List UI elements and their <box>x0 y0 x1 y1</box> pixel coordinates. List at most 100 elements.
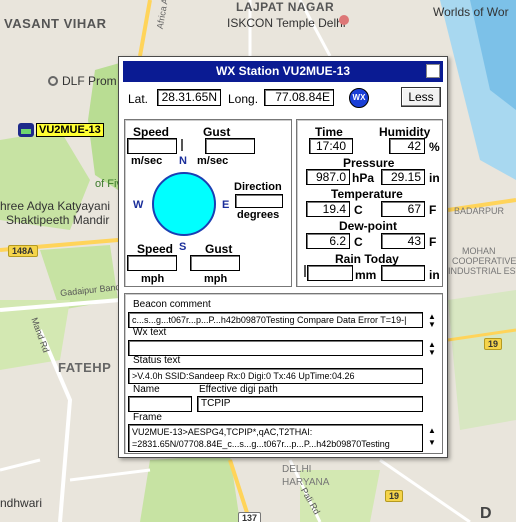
direction-label: Direction <box>234 181 282 193</box>
station-tag-label: VU2MUE-13 <box>36 123 104 137</box>
name-field[interactable] <box>128 396 192 412</box>
map-label-delhi: DELHI <box>282 464 312 475</box>
rain-mm-unit: mm <box>355 268 377 282</box>
dewpoint-label: Dew-point <box>339 219 397 233</box>
map-label-shree-adya: hree Adya Katyayani <box>0 199 111 213</box>
map-label-mohan: MOHAN <box>462 246 496 256</box>
map-label-shaktipeeth: Shaktipeeth Mandir <box>6 213 110 227</box>
dialog-title: WX Station VU2MUE-13 <box>215 64 350 78</box>
rain-tick <box>304 265 306 277</box>
temp-c-unit: C <box>354 203 363 217</box>
pressure-hpa-field[interactable]: 987.0 <box>306 169 350 185</box>
compass-n: N <box>179 155 187 167</box>
digi-path-field[interactable]: TCPIP <box>197 396 423 412</box>
station-marker[interactable]: VU2MUE-13 <box>18 123 104 137</box>
status-text-label: Status text <box>133 355 181 366</box>
wind-speed-unit: m/sec <box>131 155 163 167</box>
scroll-up-icon[interactable]: ▲ <box>428 427 436 435</box>
highway-shield-148a: 148A <box>8 245 38 257</box>
map-label-vasant-vihar: VASANT VIHAR <box>4 16 107 31</box>
rain-in-unit: in <box>429 268 440 282</box>
wind-gust-field[interactable] <box>205 138 255 154</box>
rain-in-field[interactable] <box>381 265 425 281</box>
weather-station-icon <box>18 123 34 137</box>
wind-speed-label: Speed <box>133 125 170 139</box>
compass-e: E <box>222 199 230 211</box>
wind-speed-tick <box>181 139 183 151</box>
wx-text-field[interactable] <box>128 340 423 356</box>
rain-today-label: Rain Today <box>335 252 399 266</box>
time-field[interactable]: 17:40 <box>309 138 353 154</box>
map-label-andhwari: ndhwari <box>0 496 43 510</box>
map-label-iskcon: ISKCON Temple Delhi <box>227 16 346 30</box>
pressure-hpa-unit: hPa <box>352 171 375 185</box>
map-label-fatehpur: FATEHP <box>58 360 112 375</box>
temp-f-field[interactable]: 67 <box>381 201 425 217</box>
temple-icon <box>339 15 349 25</box>
beacon-comment-field[interactable]: c...s...g...t067r...p...P...h42b09870Tes… <box>128 312 423 328</box>
pressure-label: Pressure <box>343 156 395 170</box>
highway-shield-137: 137 <box>238 512 262 522</box>
wind-gust2-label: Gust <box>205 242 233 256</box>
frame-label: Frame <box>133 412 162 423</box>
wind-speed2-unit: mph <box>141 273 165 285</box>
time-label: Time <box>315 125 343 139</box>
map-label-dlf-prom: DLF Prom <box>62 74 117 88</box>
humidity-field[interactable]: 42 <box>389 138 425 154</box>
beacon-comment-label: Beacon comment <box>133 299 211 310</box>
wind-gust-label: Gust <box>203 125 231 139</box>
temp-f-unit: F <box>429 203 437 217</box>
dew-c-field[interactable]: 6.2 <box>306 233 350 249</box>
status-text-field[interactable]: >V.4.0h SSID:Sandeep Rx:0 Digi:0 Tx:46 U… <box>128 368 423 384</box>
map-label-d: D <box>480 505 493 522</box>
compass-dial <box>152 172 216 236</box>
humidity-label: Humidity <box>379 125 431 139</box>
long-field[interactable]: 77.08.84E <box>264 89 334 106</box>
mall-icon <box>48 76 58 86</box>
close-icon[interactable] <box>426 64 440 78</box>
wind-speed-field[interactable] <box>127 138 177 154</box>
highway-shield-19b: 19 <box>385 490 404 502</box>
scroll-down-icon[interactable]: ▼ <box>428 439 436 447</box>
scroll-up-icon[interactable]: ▲ <box>428 313 436 321</box>
compass-w: W <box>133 199 144 211</box>
lat-field[interactable]: 28.31.65N <box>157 89 221 106</box>
map-label-industrial-estate: INDUSTRIAL ESTATE <box>448 266 516 276</box>
digi-path-label: Effective digi path <box>199 384 278 395</box>
scroll-down-icon[interactable]: ▼ <box>428 321 436 329</box>
pressure-in-unit: in <box>429 171 440 185</box>
map-label-badarpur: BADARPUR <box>454 206 505 216</box>
wx-text-label: Wx text <box>133 327 167 338</box>
highway-shield-19a: 19 <box>484 338 503 350</box>
lat-label: Lat. <box>128 92 149 106</box>
scroll-up-icon[interactable]: ▲ <box>428 341 436 349</box>
compass-s: S <box>179 241 187 253</box>
wind-gust-unit: m/sec <box>197 155 229 167</box>
dialog-titlebar[interactable]: WX Station VU2MUE-13 <box>123 61 443 82</box>
name-label: Name <box>133 384 160 395</box>
pressure-in-field[interactable]: 29.15 <box>381 169 425 185</box>
humidity-unit: % <box>429 140 440 154</box>
map-label-lajpat-nagar: LAJPAT NAGAR <box>236 0 335 14</box>
rain-mm-field[interactable] <box>307 265 353 281</box>
dew-f-unit: F <box>429 235 437 249</box>
temp-c-field[interactable]: 19.4 <box>306 201 350 217</box>
long-label: Long. <box>228 92 259 106</box>
wind-gust2-field[interactable] <box>190 255 240 271</box>
wx-logo-icon: WX <box>349 88 369 108</box>
wind-speed2-field[interactable] <box>127 255 177 271</box>
scroll-down-icon[interactable]: ▼ <box>428 349 436 357</box>
less-button[interactable]: Less <box>401 87 441 107</box>
direction-unit: degrees <box>237 209 280 221</box>
dew-c-unit: C <box>354 235 363 249</box>
map-label-worlds-of-wonder: Worlds of Wor <box>433 5 509 19</box>
direction-field[interactable] <box>235 194 283 208</box>
wind-speed2-label: Speed <box>137 242 174 256</box>
dew-f-field[interactable]: 43 <box>381 233 425 249</box>
frame-line-1: VU2MUE-13>AESPG4,TCPIP*,qAC,T2THAI: <box>132 427 313 437</box>
wind-gust2-unit: mph <box>204 273 228 285</box>
map-label-cooperative: COOPERATIVE <box>452 256 516 266</box>
wx-station-dialog: WX Station VU2MUE-13 Lat. 28.31.65N Long… <box>118 56 448 458</box>
frame-field[interactable]: VU2MUE-13>AESPG4,TCPIP*,qAC,T2THAI: =283… <box>128 424 423 452</box>
temperature-label: Temperature <box>331 187 403 201</box>
